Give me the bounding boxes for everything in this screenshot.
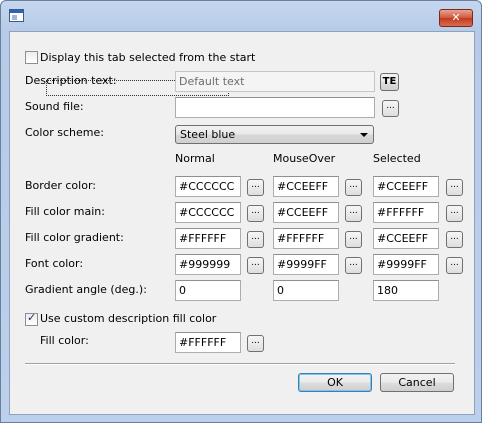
- cancel-button[interactable]: Cancel: [380, 373, 454, 392]
- display-selected-label[interactable]: Display this tab selected from the start: [40, 51, 255, 65]
- title-bar[interactable]: ✕: [1, 1, 481, 31]
- column-header-mouseover: MouseOver: [273, 152, 336, 165]
- sound-file-label: Sound file:: [25, 100, 84, 113]
- custom-fill-checkbox[interactable]: [25, 311, 38, 326]
- font-color-mouseover-browse-button[interactable]: ...: [345, 257, 362, 274]
- gradient-angle-selected-input[interactable]: 180: [373, 280, 439, 301]
- font-color-label: Font color:: [25, 257, 84, 270]
- gradient-angle-normal-input[interactable]: 0: [175, 280, 241, 301]
- border-color-mouseover-input[interactable]: #CCEEFF: [273, 176, 339, 197]
- sound-file-browse-button[interactable]: ...: [382, 100, 399, 117]
- fill-color-gradient-mouseover-input[interactable]: #FFFFFF: [273, 228, 339, 249]
- description-text-input[interactable]: Default text: [175, 71, 375, 92]
- fill-color-main-selected-browse-button[interactable]: ...: [446, 205, 463, 222]
- custom-fill-color-input[interactable]: #FFFFFF: [175, 332, 241, 353]
- custom-fill-color-browse-button[interactable]: ...: [247, 335, 264, 352]
- fill-color-gradient-normal-browse-button[interactable]: ...: [247, 231, 264, 248]
- fill-color-main-mouseover-input[interactable]: #CCEEFF: [273, 202, 339, 223]
- description-text-label: Description text:: [25, 74, 117, 87]
- fill-color-main-normal-input[interactable]: #CCCCCC: [175, 202, 241, 223]
- fill-color-main-selected-input[interactable]: #FFFFFF: [373, 202, 439, 223]
- fill-color-gradient-selected-browse-button[interactable]: ...: [446, 231, 463, 248]
- font-color-normal-browse-button[interactable]: ...: [247, 257, 264, 274]
- color-scheme-dropdown[interactable]: Steel blue: [175, 125, 374, 144]
- fill-color-main-normal-browse-button[interactable]: ...: [247, 205, 264, 222]
- fill-color-gradient-normal-input[interactable]: #FFFFFF: [175, 228, 241, 249]
- border-color-selected-input[interactable]: #CCEEFF: [373, 176, 439, 197]
- display-selected-checkbox[interactable]: [25, 51, 38, 64]
- border-color-label: Border color:: [25, 179, 96, 192]
- border-color-normal-browse-button[interactable]: ...: [247, 179, 264, 196]
- fill-color-gradient-label: Fill color gradient:: [25, 231, 124, 244]
- custom-fill-checkbox-label[interactable]: Use custom description fill color: [40, 312, 216, 326]
- dialog-window: ✕ Display this tab selected from the sta…: [0, 0, 482, 423]
- close-button[interactable]: ✕: [439, 9, 473, 27]
- gradient-angle-mouseover-input[interactable]: 0: [273, 280, 339, 301]
- ok-button[interactable]: OK: [298, 373, 372, 392]
- font-color-selected-input[interactable]: #9999FF: [373, 254, 439, 275]
- gradient-angle-label: Gradient angle (deg.):: [25, 283, 147, 296]
- border-color-normal-input[interactable]: #CCCCCC: [175, 176, 241, 197]
- column-header-normal: Normal: [175, 152, 215, 165]
- color-scheme-label: Color scheme:: [25, 126, 104, 139]
- window-icon: [9, 9, 24, 22]
- font-color-normal-input[interactable]: #999999: [175, 254, 241, 275]
- text-editor-button[interactable]: TE: [380, 73, 399, 91]
- font-color-selected-browse-button[interactable]: ...: [446, 257, 463, 274]
- custom-fill-color-label: Fill color:: [40, 334, 89, 347]
- fill-color-gradient-mouseover-browse-button[interactable]: ...: [345, 231, 362, 248]
- fill-color-main-label: Fill color main:: [25, 205, 105, 218]
- color-scheme-value: Steel blue: [180, 128, 236, 141]
- border-color-mouseover-browse-button[interactable]: ...: [345, 179, 362, 196]
- separator: [25, 363, 455, 365]
- border-color-selected-browse-button[interactable]: ...: [446, 179, 463, 196]
- column-header-selected: Selected: [373, 152, 421, 165]
- fill-color-gradient-selected-input[interactable]: #CCEEFF: [373, 228, 439, 249]
- dialog-content: Display this tab selected from the start…: [9, 31, 475, 415]
- fill-color-main-mouseover-browse-button[interactable]: ...: [345, 205, 362, 222]
- chevron-down-icon: [360, 133, 368, 137]
- sound-file-input[interactable]: [175, 97, 375, 118]
- font-color-mouseover-input[interactable]: #9999FF: [273, 254, 339, 275]
